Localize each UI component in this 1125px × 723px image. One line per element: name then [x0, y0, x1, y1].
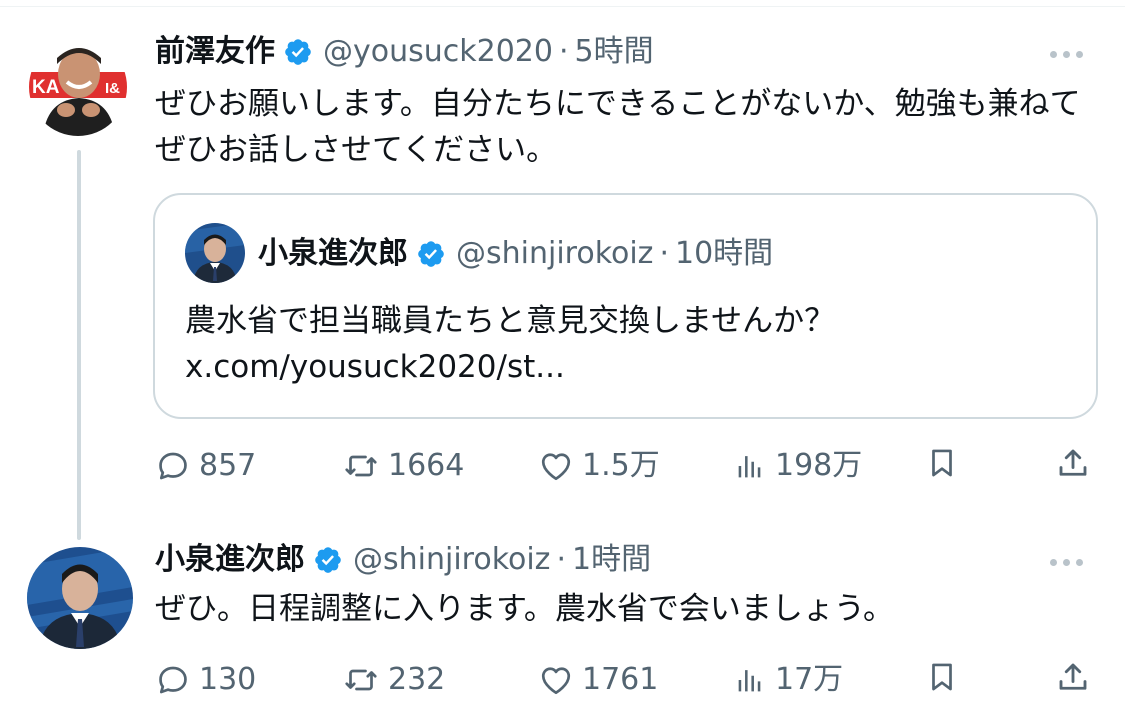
- like-button[interactable]: 1761: [538, 658, 658, 702]
- views-button[interactable]: 17万: [733, 658, 843, 702]
- view-count: 198万: [775, 448, 863, 483]
- avatar-badge-right: I&: [105, 80, 120, 97]
- like-button[interactable]: 1.5万: [538, 444, 660, 488]
- bar-chart-icon: [738, 670, 761, 692]
- speech-bubble-icon: [159, 666, 187, 694]
- avatar-koizumi-small[interactable]: [185, 223, 245, 283]
- tweet-action-bar: 130 232 1761 17万: [155, 658, 1090, 702]
- tweet-action-bar: 857 1664 1.5万 198万: [155, 444, 1090, 488]
- separator-dot: ·: [558, 34, 569, 69]
- avatar-maezawa[interactable]: KA I&: [29, 38, 127, 136]
- speech-bubble-icon: [159, 452, 187, 480]
- author-name[interactable]: 小泉進次郎: [155, 540, 305, 580]
- like-count: 1761: [582, 662, 659, 697]
- tweet-thread: KA I& 前澤友作 @yousuck2020 · 5時間 ぜひお願いします。自…: [0, 0, 1125, 723]
- share-button[interactable]: [1055, 658, 1091, 696]
- retweet-button[interactable]: 1664: [342, 444, 464, 488]
- tweet-text: ぜひ。日程調整に入ります。農水省で会いましょう。: [155, 591, 895, 627]
- tweet-text: ぜひお願いします。自分たちにできることがないか、勉強も兼ねてぜひお話しさせてくだ…: [155, 86, 1081, 168]
- separator-dot: ·: [556, 542, 566, 577]
- avatar-badge-left: KA: [32, 77, 60, 98]
- more-options-icon[interactable]: [1050, 552, 1083, 572]
- separator-dot: ·: [659, 236, 669, 271]
- verified-badge-icon: [283, 37, 313, 67]
- timestamp[interactable]: 1時間: [572, 540, 651, 580]
- quoted-tweet[interactable]: 小泉進次郎 @shinjirokoiz · 10時間 農水省で担当職員たちと意見…: [153, 193, 1098, 419]
- heart-icon: [541, 453, 571, 481]
- verified-badge-icon: [313, 545, 343, 575]
- author-name[interactable]: 前澤友作: [155, 32, 275, 72]
- reply-button[interactable]: 857: [155, 444, 256, 488]
- views-button[interactable]: 198万: [733, 444, 862, 488]
- retweet-button[interactable]: 232: [342, 658, 445, 702]
- retweet-count: 1664: [388, 448, 465, 483]
- author-handle[interactable]: @yousuck2020: [323, 32, 553, 72]
- view-count: 17万: [775, 662, 844, 697]
- reply-count: 130: [199, 662, 257, 697]
- reply-button[interactable]: 130: [155, 658, 256, 702]
- quoted-tweet-text: 農水省で担当職員たちと意見交換しませんか？ x.com/yousuck2020/…: [185, 303, 836, 385]
- retweet-arrows-icon: [345, 669, 377, 691]
- more-options-icon[interactable]: [1050, 44, 1083, 64]
- tweet-header: 小泉進次郎 @shinjirokoiz · 1時間: [155, 540, 651, 580]
- quoted-timestamp[interactable]: 10時間: [675, 234, 773, 274]
- retweet-arrows-icon: [345, 455, 377, 477]
- like-count: 1.5万: [582, 448, 660, 483]
- quoted-tweet-header: 小泉進次郎 @shinjirokoiz · 10時間: [258, 234, 773, 274]
- share-upload-icon: [1059, 449, 1087, 476]
- thread-connector-line: [77, 150, 81, 540]
- share-upload-icon: [1059, 663, 1087, 690]
- bar-chart-icon: [738, 456, 761, 478]
- quoted-author-handle[interactable]: @shinjirokoiz: [456, 234, 653, 274]
- bookmark-icon: [932, 663, 952, 691]
- share-button[interactable]: [1055, 444, 1091, 482]
- quoted-author-name[interactable]: 小泉進次郎: [258, 234, 408, 274]
- verified-badge-icon: [416, 239, 446, 269]
- bookmark-icon: [932, 449, 952, 477]
- retweet-count: 232: [388, 662, 446, 697]
- avatar-koizumi[interactable]: [27, 547, 133, 649]
- divider: [0, 6, 1125, 7]
- author-handle[interactable]: @shinjirokoiz: [353, 540, 550, 580]
- timestamp[interactable]: 5時間: [575, 32, 654, 72]
- heart-icon: [541, 667, 571, 695]
- bookmark-button[interactable]: [925, 444, 959, 482]
- reply-count: 857: [199, 448, 257, 483]
- bookmark-button[interactable]: [925, 658, 959, 696]
- tweet-header: 前澤友作 @yousuck2020 · 5時間: [155, 32, 654, 72]
